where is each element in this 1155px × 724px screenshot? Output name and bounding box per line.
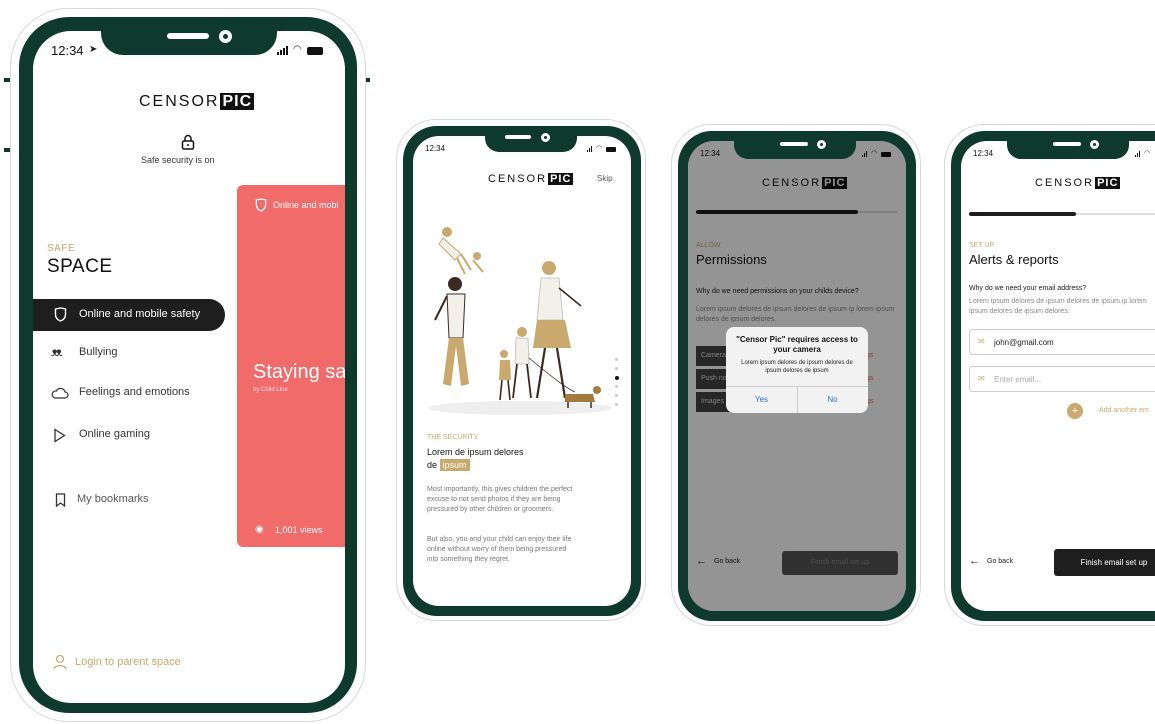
signal-icon: [587, 150, 588, 152]
plus-icon: +: [1067, 403, 1083, 419]
people-icon: ᴥᴥ: [51, 345, 62, 359]
bookmarks-label: My bookmarks: [77, 493, 149, 505]
safe-space-screen: 12:34 ➤ ◠ CENSOR PIC Safe security is on …: [33, 31, 345, 703]
phone-frame-safe-space: 12:34 ➤ ◠ CENSOR PIC Safe security is on …: [10, 8, 366, 722]
user-icon: [53, 654, 67, 670]
page-dot: [615, 367, 618, 370]
alerts-screen: 12:34 ◠ CENSOR PIC SET UP Alerts & report…: [961, 141, 1155, 611]
bookmarks-link[interactable]: My bookmarks: [33, 488, 193, 514]
email-placeholder: Enter email...: [994, 375, 1042, 384]
signal-icon: [277, 52, 279, 55]
alerts-question: Why do we need your email address?: [969, 285, 1087, 292]
go-back-button[interactable]: ← Go back: [969, 555, 1029, 571]
login-label: Login to parent space: [75, 656, 181, 668]
family-illustration: [428, 227, 612, 415]
menu-label: Bullying: [79, 346, 118, 358]
status-icons: ◠: [277, 45, 323, 55]
eye-icon: ◉: [255, 524, 264, 535]
page-dot: [615, 358, 618, 361]
status-time: 12:34: [425, 144, 446, 153]
menu-item-bullying[interactable]: ᴥᴥ Bullying: [33, 341, 223, 367]
card-tag: Online and mobi: [273, 200, 339, 210]
email-field-empty[interactable]: ✉ Enter email...: [969, 366, 1155, 392]
wifi-icon: ◠: [1144, 150, 1151, 157]
cloud-icon: [51, 387, 69, 399]
shield-icon: [54, 307, 67, 322]
status-icons: ◠: [1135, 150, 1154, 157]
arrow-left-icon: ←: [969, 555, 980, 567]
security-heading-line1: Lorem de ipsum delores: [427, 447, 524, 457]
censorpic-logo: CENSOR PIC: [139, 93, 255, 110]
onboarding-screen: 12:34 ◠ CENSOR PIC Skip THE SECURITY Lor…: [413, 136, 631, 606]
page-dot: [615, 385, 618, 388]
status-time: 12:34: [51, 43, 84, 58]
mail-icon: ✉: [978, 337, 985, 346]
page-dot-active: [615, 376, 619, 380]
login-parent-link[interactable]: Login to parent space: [33, 651, 233, 675]
add-another-email-button[interactable]: + Add another em: [1067, 403, 1155, 419]
phone-frame-permissions: 12:34 ◠ CENSOR PIC ALLOW Permissions Why …: [671, 124, 921, 626]
finish-label: Finish email set up: [1080, 558, 1148, 567]
section-eyebrow: SAFE: [47, 243, 76, 254]
menu-label: Feelings and emotions: [79, 386, 190, 398]
alerts-eyebrow: SET UP: [969, 242, 995, 249]
progress-track: [969, 212, 1155, 216]
page-dot: [615, 394, 618, 397]
page-dot: [615, 403, 618, 406]
security-status-text: Safe security is on: [141, 155, 215, 165]
alerts-body: Lorem ipsum delores de ipsum delores de …: [969, 298, 1147, 315]
phone-frame-alerts: 12:34 ◠ CENSOR PIC SET UP Alerts & report…: [944, 124, 1155, 626]
security-eyebrow: THE SECURITY: [427, 434, 479, 441]
bookmark-icon: [55, 493, 66, 507]
security-heading-line2: de ipsum: [427, 459, 470, 471]
finish-email-setup-button[interactable]: Finish email set up: [1054, 549, 1155, 576]
censorpic-logo: CENSOR PIC: [488, 173, 574, 185]
progress-fill: [969, 212, 1077, 216]
menu-item-online-safety[interactable]: Online and mobile safety: [33, 299, 225, 331]
security-paragraph-1: Most importantly, this gives children th…: [427, 486, 573, 513]
camera-permission-dialog: "Censor Pic" requires access to your cam…: [726, 327, 868, 413]
permissions-screen: 12:34 ◠ CENSOR PIC ALLOW Permissions Why …: [688, 141, 906, 611]
play-icon: [54, 428, 66, 443]
location-icon: ➤: [89, 44, 98, 55]
wifi-icon: ◠: [596, 145, 603, 152]
status-icons: ◠: [587, 145, 617, 152]
article-card[interactable]: Online and mobi Staying sa by Child Line…: [237, 185, 345, 547]
status-time: 12:34: [973, 149, 994, 158]
dialog-message: Lorem ipsum delores de ipsum delores de …: [741, 360, 853, 374]
signal-icon: [1135, 155, 1136, 157]
battery-icon: [306, 47, 323, 55]
menu-label: Online and mobile safety: [79, 308, 201, 320]
shield-icon: [255, 198, 267, 212]
menu-item-gaming[interactable]: Online gaming: [33, 423, 223, 449]
menu-item-feelings[interactable]: Feelings and emotions: [33, 381, 223, 407]
censorpic-logo: CENSOR PIC: [1035, 177, 1121, 189]
mail-icon: ✉: [978, 374, 985, 383]
highlighted-word: ipsum: [439, 459, 470, 471]
section-title: SPACE: [47, 256, 113, 277]
dialog-no-button[interactable]: No: [797, 395, 868, 404]
dialog-title: "Censor Pic" requires access to your cam…: [736, 335, 858, 354]
go-back-label: Go back: [987, 558, 1014, 565]
security-paragraph-2: But also, you and your child can enjoy t…: [427, 536, 572, 563]
page-indicator[interactable]: [615, 358, 619, 424]
skip-link[interactable]: Skip: [597, 174, 613, 183]
email-value: john@gmail.com: [994, 338, 1054, 347]
lock-icon: [181, 134, 195, 150]
phone-frame-onboarding: 12:34 ◠ CENSOR PIC Skip THE SECURITY Lor…: [396, 119, 646, 621]
wifi-icon: ◠: [293, 44, 302, 55]
card-views: 1,001 views: [275, 525, 323, 535]
alerts-title: Alerts & reports: [969, 252, 1059, 267]
card-byline: by Child Line: [253, 387, 288, 393]
dialog-yes-button[interactable]: Yes: [726, 395, 797, 404]
menu-label: Online gaming: [79, 428, 150, 440]
card-headline: Staying sa: [253, 361, 345, 383]
add-email-label: Add another em: [1099, 407, 1149, 414]
email-field-filled[interactable]: ✉ john@gmail.com: [969, 329, 1155, 355]
battery-icon: [606, 147, 617, 152]
